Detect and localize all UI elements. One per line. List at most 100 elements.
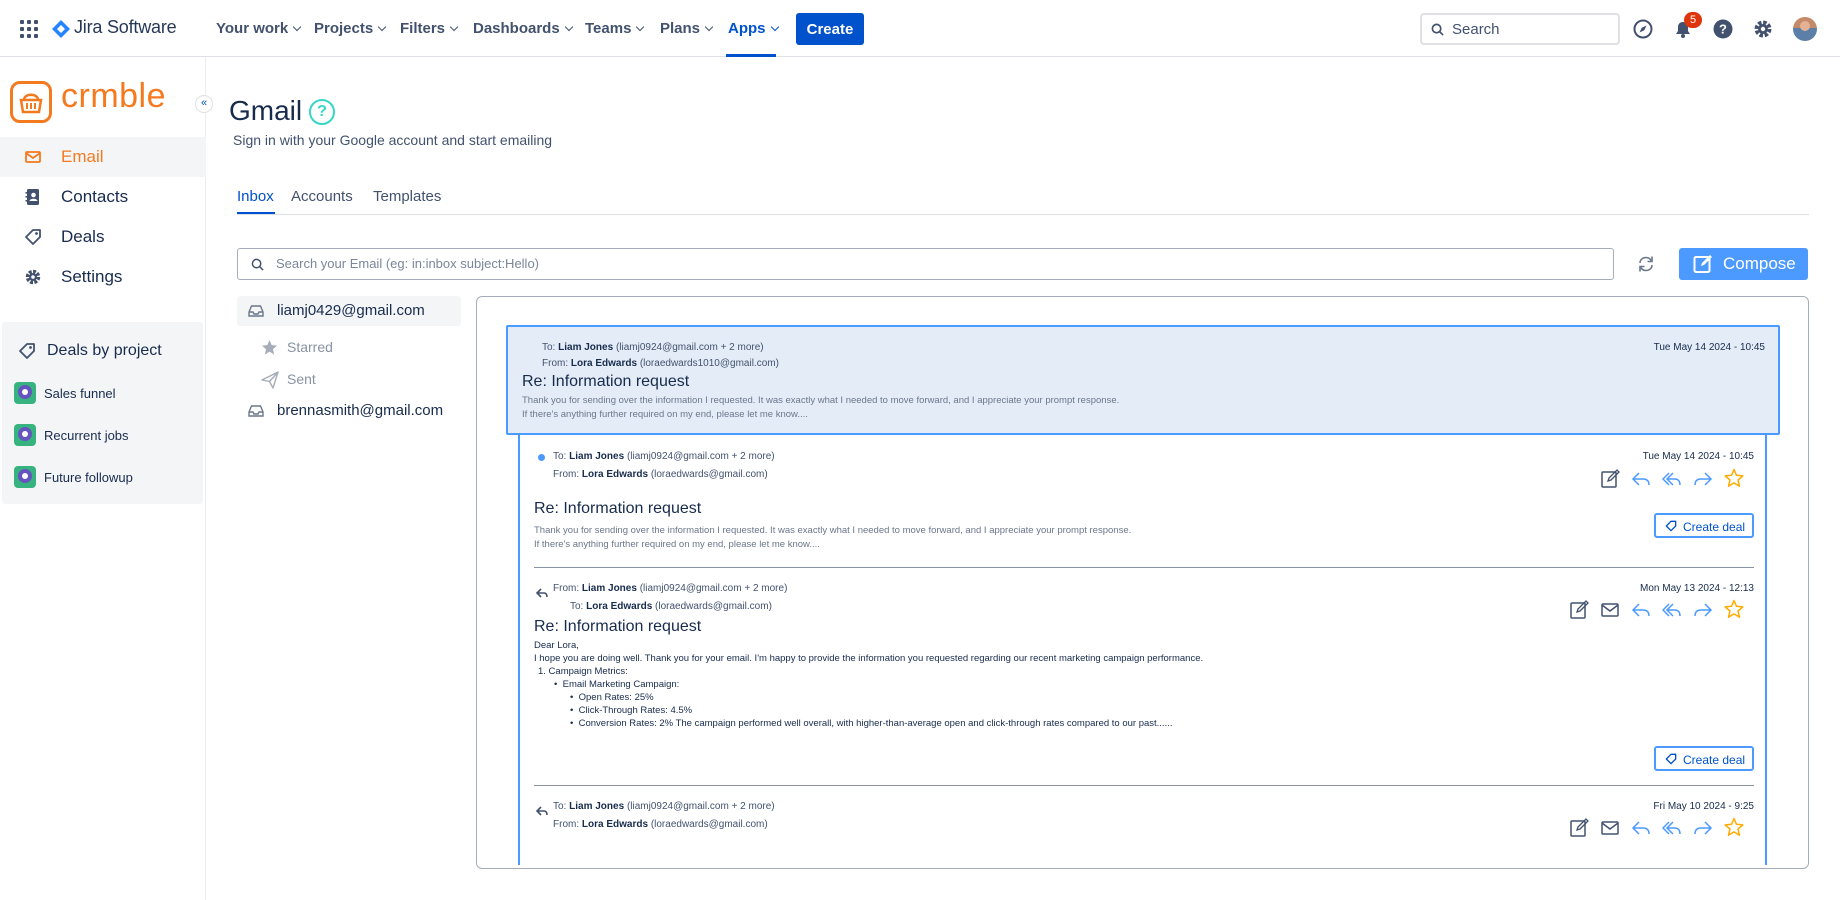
avatar[interactable] (1793, 17, 1817, 41)
message-divider (534, 567, 1754, 568)
message-subject: Re: Information request (534, 618, 702, 635)
project-label: Recurrent jobs (44, 428, 129, 443)
active-tab-indicator (237, 212, 275, 214)
message-to-line: To: Liam Jones (liamj0924@gmail.com + 2 … (553, 451, 775, 462)
nav-projects[interactable]: Projects (314, 20, 387, 37)
inbox-icon (248, 305, 264, 317)
tab-accounts[interactable]: Accounts (291, 188, 353, 205)
message-from-line: From: Lora Edwards (loraedwards@gmail.co… (553, 469, 768, 480)
thread-header[interactable]: To: Liam Jones (liamj0924@gmail.com + 2 … (506, 325, 1780, 435)
help-circle-icon[interactable]: ? (309, 99, 335, 125)
thread-subject: Re: Information request (522, 373, 690, 390)
tab-inbox[interactable]: Inbox (237, 188, 274, 205)
message-body-line: • Conversion Rates: 2% The campaign perf… (570, 718, 1173, 729)
edit-icon (1693, 255, 1712, 273)
reply-indicator-icon (536, 806, 548, 816)
edit-note-icon[interactable] (1569, 600, 1589, 620)
forward-icon[interactable] (1693, 600, 1713, 620)
account-email: liamj0429@gmail.com (277, 302, 425, 319)
jira-logo-icon[interactable] (52, 20, 70, 38)
sidebar-item-label: Email (61, 147, 104, 166)
notification-badge: 5 (1684, 12, 1702, 28)
app-switcher-icon[interactable] (20, 20, 38, 38)
app-name[interactable]: Jira Software (74, 17, 177, 38)
crmble-logo-icon (10, 81, 52, 123)
gear-icon[interactable] (1752, 18, 1774, 40)
create-button[interactable]: Create (796, 13, 864, 45)
account-item[interactable]: brennasmith@gmail.com (237, 396, 461, 426)
reply-all-icon[interactable] (1662, 469, 1682, 489)
forward-icon[interactable] (1693, 818, 1713, 838)
global-search[interactable] (1420, 13, 1620, 45)
compose-button[interactable]: Compose (1679, 248, 1808, 280)
email-message[interactable]: To: Liam Jones (liamj0924@gmail.com + 2 … (534, 435, 1754, 559)
help-icon[interactable]: ? (1712, 18, 1734, 40)
folder-label: Starred (287, 339, 333, 355)
reply-icon[interactable] (1631, 600, 1651, 620)
account-item[interactable]: liamj0429@gmail.com (237, 296, 461, 326)
nav-your-work[interactable]: Your work (216, 20, 302, 37)
contact-book-icon (25, 189, 39, 205)
nav-teams[interactable]: Teams (585, 20, 645, 37)
email-message[interactable]: From: Liam Jones (liamj0924@gmail.com + … (534, 576, 1754, 776)
mail-icon[interactable] (1600, 818, 1620, 838)
compass-icon[interactable] (1632, 18, 1654, 40)
collapse-sidebar-button[interactable]: « (195, 95, 213, 113)
global-search-input[interactable] (1452, 21, 1612, 38)
edit-note-icon[interactable] (1600, 469, 1620, 489)
email-search-input[interactable] (276, 256, 1576, 271)
create-deal-button[interactable]: Create deal (1654, 513, 1754, 538)
nav-apps[interactable]: Apps (728, 20, 779, 37)
sidebar-item-label: Contacts (61, 187, 129, 206)
reply-all-icon[interactable] (1662, 818, 1682, 838)
message-body-line: • Email Marketing Campaign: (554, 679, 680, 690)
tab-bar: Inbox Accounts Templates (237, 188, 1809, 215)
message-body-line: 1. Campaign Metrics: (538, 666, 628, 677)
reply-icon[interactable] (1631, 818, 1651, 838)
active-nav-indicator (726, 54, 776, 57)
page-title: Gmail (229, 95, 303, 126)
message-date: Fri May 10 2024 - 9:25 (1653, 801, 1754, 812)
sidebar-item-deals[interactable]: Deals (0, 217, 206, 257)
tag-icon (25, 229, 41, 245)
email-message[interactable]: To: Liam Jones (liamj0924@gmail.com + 2 … (534, 794, 1754, 854)
refresh-icon[interactable] (1636, 255, 1656, 273)
sidebar-item-label: Deals (61, 227, 105, 246)
nav-dashboards[interactable]: Dashboards (473, 20, 573, 37)
project-icon (14, 424, 36, 446)
folder-label: Sent (287, 371, 316, 387)
svg-text:?: ? (1719, 22, 1727, 37)
edit-note-icon[interactable] (1569, 818, 1589, 838)
reply-all-icon[interactable] (1662, 600, 1682, 620)
star-icon[interactable] (1724, 599, 1744, 619)
reply-icon[interactable] (1631, 469, 1651, 489)
nav-plans[interactable]: Plans (660, 20, 714, 37)
star-icon[interactable] (1724, 817, 1744, 837)
deals-by-project-panel: Deals by project Sales funnel Recurrent … (2, 322, 203, 504)
sidebar-item-email[interactable]: Email (0, 137, 206, 177)
tag-icon (1665, 520, 1677, 532)
star-icon[interactable] (1724, 468, 1744, 488)
sidebar-item-label: Settings (61, 267, 123, 286)
mail-icon[interactable] (1600, 600, 1620, 620)
message-body-line: If there's anything further required on … (534, 539, 820, 550)
deals-panel-title: Deals by project (47, 342, 162, 359)
reply-indicator-icon (536, 588, 548, 598)
project-label: Future followup (44, 470, 133, 485)
nav-filters[interactable]: Filters (400, 20, 459, 37)
forward-icon[interactable] (1693, 469, 1713, 489)
message-date: Mon May 13 2024 - 12:13 (1640, 583, 1754, 594)
sidebar-item-contacts[interactable]: Contacts (0, 177, 206, 217)
unread-indicator (538, 454, 545, 461)
gear-icon (25, 269, 41, 285)
tab-templates[interactable]: Templates (373, 188, 441, 205)
create-deal-label: Create deal (1683, 753, 1746, 767)
mail-icon (25, 151, 41, 163)
project-icon (14, 382, 36, 404)
email-search[interactable] (237, 248, 1614, 280)
message-from-line: From: Lora Edwards (loraedwards@gmail.co… (553, 819, 768, 830)
tag-icon (1665, 753, 1677, 765)
create-deal-button[interactable]: Create deal (1654, 746, 1754, 771)
thread-date: Tue May 14 2024 - 10:45 (1653, 342, 1765, 353)
sidebar-item-settings[interactable]: Settings (0, 257, 206, 297)
